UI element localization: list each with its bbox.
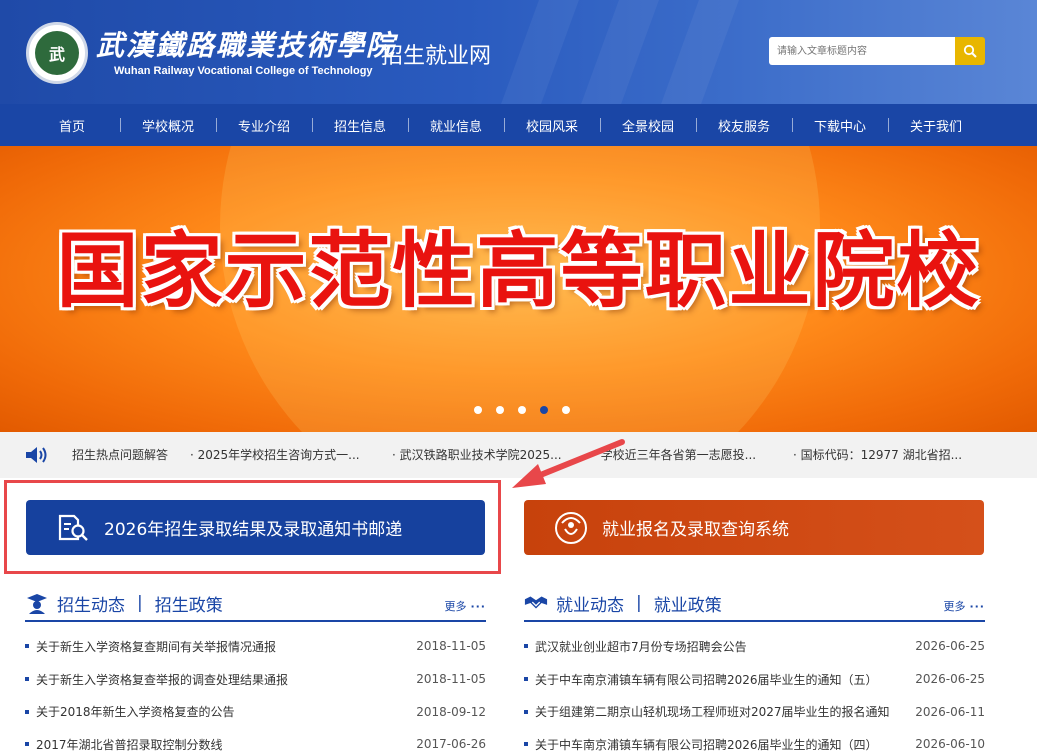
site-header: 武 武漢鐵路職業技術學院 Wuhan Railway Vocational Co… [0,0,1037,104]
news-title[interactable]: 关于新生入学资格复查期间有关举报情况通报 [36,638,408,655]
nav-admission-info[interactable]: 招生信息 [312,116,408,135]
news-date: 2026-06-25 [915,639,985,654]
header-decoration [661,0,739,104]
employment-system-label: 就业报名及录取查询系统 [602,520,789,540]
bullet-icon [25,677,29,682]
more-dots-icon: ··· [470,600,486,613]
news-date: 2018-11-05 [416,639,486,654]
tab-admission-policy[interactable]: 招生政策 [155,591,223,616]
main-nav: 首页 学校概况 专业介绍 招生信息 就业信息 校园风采 全景校园 校友服务 下载… [0,104,1037,146]
search-input[interactable] [769,37,955,65]
search-icon [963,44,977,58]
header-decoration [581,0,659,104]
speaker-icon [26,447,47,463]
news-date: 2018-09-12 [416,704,486,719]
list-item[interactable]: 2017年湖北省普招录取控制分数线 2017-06-26 [25,728,486,754]
news-title[interactable]: 2017年湖北省普招录取控制分数线 [36,736,408,753]
news-date: 2026-06-10 [915,737,985,752]
ticker-item[interactable]: 招生热点问题解答 [72,446,168,463]
news-date: 2018-11-05 [416,672,486,687]
bullet-icon [25,644,29,649]
ticker-item[interactable]: · 武汉铁路职业技术学院2025... [392,446,562,463]
more-label: 更多 [943,600,966,613]
list-item[interactable]: 关于新生入学资格复查举报的调查处理结果通报 2018-11-05 [25,663,486,696]
graduate-icon [25,591,49,615]
hero-banner[interactable]: 国家示范性高等职业院校 [0,146,1037,432]
tab-separator: | [137,593,143,613]
employment-news-list: 武汉就业创业超市7月份专场招聘会公告 2026-06-25 关于中车南京浦镇车辆有… [524,630,985,754]
news-date: 2026-06-25 [915,672,985,687]
news-title[interactable]: 武汉就业创业超市7月份专场招聘会公告 [535,638,907,655]
news-date: 2026-06-11 [915,704,985,719]
news-ticker: 招生热点问题解答 · 2025年学校招生咨询方式一... · 武汉铁路职业技术学… [0,432,1037,478]
tab-employment-policy[interactable]: 就业政策 [654,591,722,616]
more-dots-icon: ··· [969,600,985,613]
bullet-icon [524,644,528,649]
list-item[interactable]: 关于新生入学资格复查期间有关举报情况通报 2018-11-05 [25,630,486,663]
bullet-icon [25,742,29,747]
nav-about-us[interactable]: 关于我们 [888,116,984,135]
list-item[interactable]: 关于中车南京浦镇车辆有限公司招聘2026届毕业生的通知（四） 2026-06-10 [524,728,985,754]
ticker-item[interactable]: · 学校近三年各省第一志愿投... [593,446,756,463]
nav-home[interactable]: 首页 [24,116,120,135]
list-item[interactable]: 关于2018年新生入学资格复查的公告 2018-09-12 [25,695,486,728]
tab-admission-news[interactable]: 招生动态 [57,591,125,616]
bullet-icon [25,709,29,714]
news-title[interactable]: 关于新生入学资格复查举报的调查处理结果通报 [36,671,408,688]
employment-system-button[interactable]: 就业报名及录取查询系统 [524,500,984,555]
nav-panorama[interactable]: 全景校园 [600,116,696,135]
news-date: 2017-06-26 [416,737,486,752]
nav-employment-info[interactable]: 就业信息 [408,116,504,135]
nav-campus-style[interactable]: 校园风采 [504,116,600,135]
news-title[interactable]: 关于组建第二期京山轻机现场工程师班对2027届毕业生的报名通知 [535,703,907,720]
logo-emblem: 武 [35,31,79,75]
school-name-en: Wuhan Railway Vocational College of Tech… [114,65,373,77]
bullet-icon [524,677,528,682]
nav-about-school[interactable]: 学校概况 [120,116,216,135]
signal-badge-icon [554,511,588,545]
list-item[interactable]: 关于组建第二期京山轻机现场工程师班对2027届毕业生的报名通知 2026-06-1… [524,695,985,728]
employment-news-panel: 就业动态 | 就业政策 更多 ··· 武汉就业创业超市7月份专场招聘会公告 2026… [524,586,985,754]
carousel-dot-2[interactable] [495,406,504,414]
nav-alumni[interactable]: 校友服务 [696,116,792,135]
banner-title: 国家示范性高等职业院校 [56,224,981,319]
handshake-icon [524,593,548,613]
nav-majors[interactable]: 专业介绍 [216,116,312,135]
bullet-icon [524,742,528,747]
admission-panel-header: 招生动态 | 招生政策 更多 ··· [25,586,486,622]
carousel-dot-1[interactable] [473,406,482,414]
admission-more-link[interactable]: 更多 ··· [444,598,486,614]
nav-downloads[interactable]: 下载中心 [792,116,888,135]
bullet-icon [524,709,528,714]
carousel-dots [0,406,1037,414]
employment-panel-header: 就业动态 | 就业政策 更多 ··· [524,586,985,622]
admission-news-panel: 招生动态 | 招生政策 更多 ··· 关于新生入学资格复查期间有关举报情况通报 20… [25,586,486,754]
search-button[interactable] [955,37,985,65]
ticker-item[interactable]: · 国标代码：12977 湖北省招... [793,446,962,463]
admission-news-list: 关于新生入学资格复查期间有关举报情况通报 2018-11-05 关于新生入学资格复… [25,630,486,754]
ticker-item[interactable]: · 2025年学校招生咨询方式一... [190,446,360,463]
employment-more-link[interactable]: 更多 ··· [943,598,985,614]
carousel-dot-4[interactable] [539,406,548,414]
list-item[interactable]: 武汉就业创业超市7月份专场招聘会公告 2026-06-25 [524,630,985,663]
site-name: 招生就业网 [381,44,492,69]
more-label: 更多 [444,600,467,613]
highlight-box [4,480,501,574]
news-title[interactable]: 关于中车南京浦镇车辆有限公司招聘2026届毕业生的通知（五） [535,671,907,688]
tab-employment-news[interactable]: 就业动态 [556,591,624,616]
school-name-cn: 武漢鐵路職業技術學院 [96,29,397,62]
header-decoration [501,0,579,104]
list-item[interactable]: 关于中车南京浦镇车辆有限公司招聘2026届毕业生的通知（五） 2026-06-25 [524,663,985,696]
school-logo[interactable]: 武 [26,22,88,84]
carousel-dot-3[interactable] [517,406,526,414]
news-title[interactable]: 关于中车南京浦镇车辆有限公司招聘2026届毕业生的通知（四） [535,736,907,753]
tab-separator: | [636,593,642,613]
news-title[interactable]: 关于2018年新生入学资格复查的公告 [36,703,408,720]
carousel-dot-5[interactable] [561,406,570,414]
